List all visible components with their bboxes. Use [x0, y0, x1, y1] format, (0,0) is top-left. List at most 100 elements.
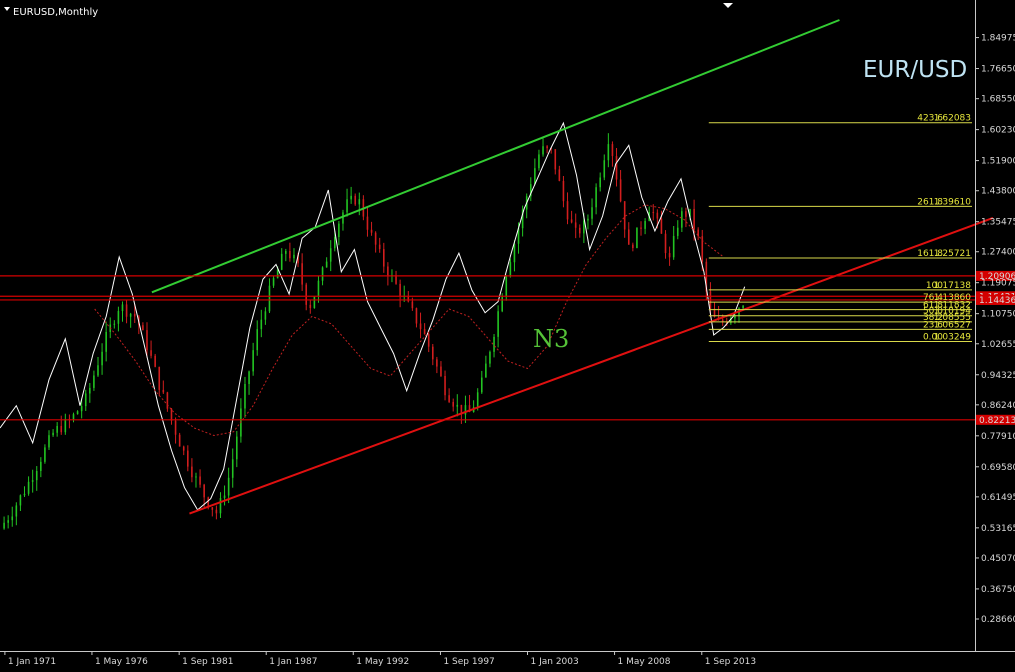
y-tick-label: 1.51900	[981, 157, 1015, 167]
y-tick-label: 1.35475	[981, 218, 1015, 228]
bull-candle	[513, 243, 516, 263]
bear-candle	[146, 330, 148, 351]
bear-candle	[415, 308, 418, 324]
bull-candle	[97, 365, 99, 376]
y-tick-label: 1.43800	[981, 187, 1015, 197]
x-tick-label: 1 May 1976	[95, 657, 148, 667]
bear-candle	[211, 507, 214, 510]
bull-candle	[607, 144, 610, 161]
bull-candle	[56, 425, 58, 433]
symbol-label: EUR/USD	[863, 57, 967, 83]
bear-candle	[693, 208, 695, 230]
bear-candle	[150, 350, 152, 356]
bear-candle	[448, 395, 450, 402]
bull-candle	[509, 262, 512, 277]
y-tick-label: 0.28660	[981, 615, 1015, 625]
bull-candle	[89, 387, 91, 394]
fib-level-price: 1.39610	[934, 197, 971, 207]
bull-candle	[256, 329, 259, 351]
bull-candle	[534, 168, 536, 185]
bear-candle	[154, 355, 156, 367]
bull-candle	[3, 522, 5, 529]
bear-candle	[660, 218, 663, 234]
bull-candle	[338, 223, 340, 238]
bull-candle	[587, 218, 589, 221]
bull-candle	[52, 432, 54, 436]
bull-candle	[456, 404, 459, 407]
bear-candle	[668, 253, 671, 258]
bull-candle	[23, 493, 26, 496]
fib-level-price: 1.06527	[934, 320, 971, 330]
bull-candle	[44, 447, 46, 462]
bull-candle	[7, 520, 9, 523]
bull-candle	[80, 406, 83, 412]
bear-candle	[558, 169, 561, 181]
bear-candle	[444, 375, 446, 396]
bull-candle	[113, 323, 116, 325]
bull-candle	[742, 305, 744, 309]
bear-candle	[187, 450, 189, 467]
bull-candle	[223, 495, 226, 499]
bear-candle	[423, 329, 426, 335]
bear-candle	[685, 211, 687, 217]
bear-candle	[611, 144, 614, 157]
bull-candle	[505, 276, 508, 298]
x-tick-label: 1 Jan 2003	[531, 657, 579, 667]
bull-candle	[293, 254, 295, 259]
wave-label: N3	[533, 325, 569, 353]
x-tick-label: 1 Jan 1971	[8, 657, 56, 667]
bear-candle	[125, 304, 128, 317]
bear-candle	[632, 244, 634, 249]
bear-candle	[174, 420, 177, 435]
bull-candle	[264, 311, 267, 320]
bear-candle	[374, 232, 377, 245]
bear-candle	[301, 263, 303, 285]
bear-candle	[305, 284, 308, 305]
bear-candle	[419, 323, 422, 330]
bear-candle	[546, 146, 548, 149]
bull-candle	[35, 470, 38, 481]
y-tick-label: 1.10750	[981, 310, 1015, 320]
bull-candle	[350, 195, 352, 200]
bull-candle	[276, 269, 279, 279]
bull-candle	[501, 297, 503, 312]
bull-candle	[538, 154, 540, 169]
bull-candle	[11, 516, 14, 521]
fib-level-price: 1.62083	[934, 114, 971, 124]
y-tick-label: 1.27400	[981, 248, 1015, 258]
bear-candle	[431, 346, 434, 360]
bull-candle	[346, 199, 348, 213]
level-price-label: 0.82213	[979, 416, 1015, 426]
bear-candle	[436, 359, 438, 367]
bull-candle	[272, 278, 275, 286]
bear-candle	[652, 212, 655, 214]
bull-candle	[321, 267, 324, 281]
bull-candle	[599, 177, 601, 188]
y-tick-label: 0.69580	[981, 463, 1015, 473]
bear-candle	[382, 249, 385, 267]
y-tick-label: 1.02655	[981, 340, 1015, 350]
chart-title: EURUSD,Monthly	[13, 7, 98, 18]
bear-candle	[142, 325, 144, 331]
bull-candle	[248, 371, 250, 384]
y-tick-label: 1.60230	[981, 126, 1015, 136]
bull-candle	[268, 285, 271, 312]
bull-candle	[342, 212, 344, 224]
bear-candle	[370, 229, 373, 233]
bull-candle	[219, 498, 222, 514]
bear-candle	[366, 216, 369, 230]
x-tick-label: 1 May 2008	[618, 657, 671, 667]
bear-candle	[399, 283, 401, 297]
bear-candle	[289, 250, 291, 259]
bear-candle	[440, 366, 442, 376]
y-tick-label: 1.68550	[981, 95, 1015, 105]
bull-candle	[84, 393, 87, 407]
bull-candle	[676, 227, 679, 236]
bull-candle	[280, 253, 283, 270]
bear-candle	[562, 180, 565, 202]
y-tick-label: 1.84975	[981, 34, 1015, 44]
price-chart[interactable]: 1.209061.154211.144360.82213 423.61.6208…	[0, 0, 1015, 672]
bull-candle	[93, 375, 95, 388]
bear-candle	[166, 392, 169, 409]
bull-candle	[591, 207, 593, 219]
